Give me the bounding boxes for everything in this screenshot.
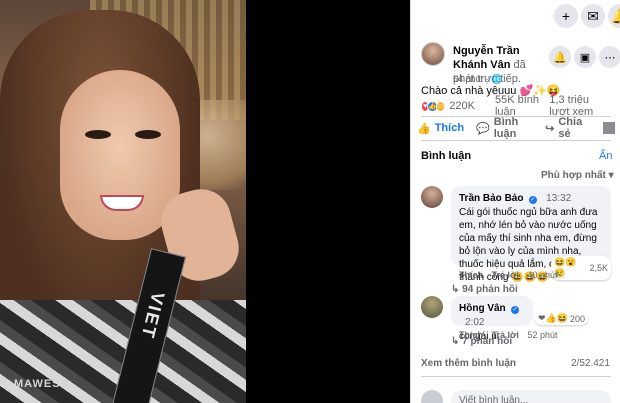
messenger-icon[interactable]: ✉	[581, 4, 605, 28]
view-replies-link[interactable]: ↳ 7 phản hồi	[451, 336, 512, 347]
commenter-avatar[interactable]	[421, 186, 443, 208]
post-actions: 👍 Thích 💬 Bình luận ↪ Chia sẻ	[417, 116, 615, 140]
share-button[interactable]: ↪ Chia sẻ	[545, 116, 589, 140]
comment-bubble: Hồng Vân ✓ 2:02 congái ui	[451, 296, 533, 342]
comment-reaction-count: 200	[569, 313, 585, 324]
verified-badge-icon: ✓	[528, 195, 537, 204]
comment-age[interactable]: 52 phút	[527, 330, 557, 340]
top-bar: + ✉ 🔔	[410, 0, 620, 32]
more-options-icon[interactable]: ⋯	[599, 46, 620, 68]
haha-react-icon: 😆😮😢	[554, 257, 577, 278]
post-header: Nguyễn Trần Khánh Vân đã phát trực tiếp.…	[421, 42, 620, 85]
like-button[interactable]: 👍 Thích	[417, 122, 464, 135]
commenter-name[interactable]: Trần Bảo Bảo	[459, 193, 523, 204]
watermark: MAWESA	[14, 378, 70, 390]
comment-bubble: Trần Bảo Bảo ✓ 13:32 Cái gói thuốc ngủ b…	[451, 186, 611, 283]
save-icon[interactable]: ▣	[574, 46, 596, 68]
comment-reaction-count: 2,5K	[589, 263, 608, 273]
plus-icon[interactable]: +	[554, 4, 578, 28]
comment-stream-time[interactable]: 2:02	[465, 317, 484, 328]
author-name[interactable]: Nguyễn Trần Khánh Vân	[453, 45, 520, 71]
author-avatar[interactable]	[421, 42, 445, 66]
comment-count-total: 2/52.421	[571, 358, 610, 369]
comment-stream-time[interactable]: 13:32	[546, 193, 571, 204]
like-label: Thích	[434, 122, 465, 134]
view-more-comments-link[interactable]: Xem thêm bình luận	[421, 358, 516, 369]
comment-age[interactable]: 40 phút	[527, 270, 557, 280]
hide-comments-link[interactable]: Ẩn	[599, 150, 612, 162]
divider	[421, 140, 611, 141]
comment-icon: 💬	[476, 122, 490, 135]
write-comment-bar: Viết bình luận...	[421, 390, 611, 403]
verified-badge-icon: ✓	[511, 305, 520, 314]
video-frame[interactable]: VIET MAWESA	[0, 0, 246, 403]
view-replies-link[interactable]: ↳ 94 phản hồi	[451, 284, 518, 295]
sort-dropdown[interactable]: Phù hợp nhất ▾	[541, 170, 614, 181]
thumbs-up-icon: 👍	[417, 122, 431, 135]
commenter-avatar[interactable]	[421, 296, 443, 318]
comment-input[interactable]: Viết bình luận...	[451, 390, 611, 403]
comment-meta: Thích Trả lời 40 phút	[459, 270, 557, 280]
bell-icon[interactable]: 🔔	[608, 4, 620, 28]
reaction-count[interactable]: 220K	[449, 100, 475, 112]
comment-button[interactable]: 💬 Bình luận	[476, 116, 533, 140]
view-count: 1,3 triệu lượt xem	[549, 94, 594, 118]
video-thumbnail-icon[interactable]	[603, 122, 615, 134]
divider	[421, 376, 611, 377]
comment-item: Trần Bảo Bảo ✓ 13:32 Cái gói thuốc ngủ b…	[421, 186, 611, 286]
reaction-summary[interactable]: ♥ 👍 ☺ 220K 55K bình luận 1,3 triệu lượt …	[421, 94, 611, 118]
sash-text: VIET	[137, 289, 169, 342]
commenter-name[interactable]: Hồng Vân	[459, 303, 506, 314]
comment-item: Hồng Vân ✓ 2:02 congái ui ❤👍😆 200 Thích …	[421, 296, 611, 346]
right-eye	[135, 130, 161, 139]
left-eye	[85, 130, 111, 139]
comment-reactions[interactable]: 😆😮😢 2,5K	[551, 256, 611, 280]
post-panel: Nguyễn Trần Khánh Vân đã phát trực tiếp.…	[410, 32, 620, 403]
comments-title: Bình luận	[421, 150, 472, 162]
share-icon: ↪	[545, 122, 555, 135]
live-video[interactable]: VIET MAWESA	[0, 0, 410, 403]
love-react-icon: ❤👍😆	[538, 313, 568, 323]
comment-count[interactable]: 55K bình luận	[495, 94, 543, 118]
comment-like-link[interactable]: Thích	[459, 270, 483, 280]
notification-bell-icon[interactable]: 🔔	[549, 46, 571, 68]
comment-reply-link[interactable]: Trả lời	[492, 270, 519, 280]
current-user-avatar	[421, 390, 443, 403]
haha-react-icon: ☺	[436, 100, 446, 112]
comment-reactions[interactable]: ❤👍😆 200	[535, 312, 588, 325]
share-label: Chia sẻ	[558, 116, 583, 140]
comment-label: Bình luận	[493, 116, 519, 140]
